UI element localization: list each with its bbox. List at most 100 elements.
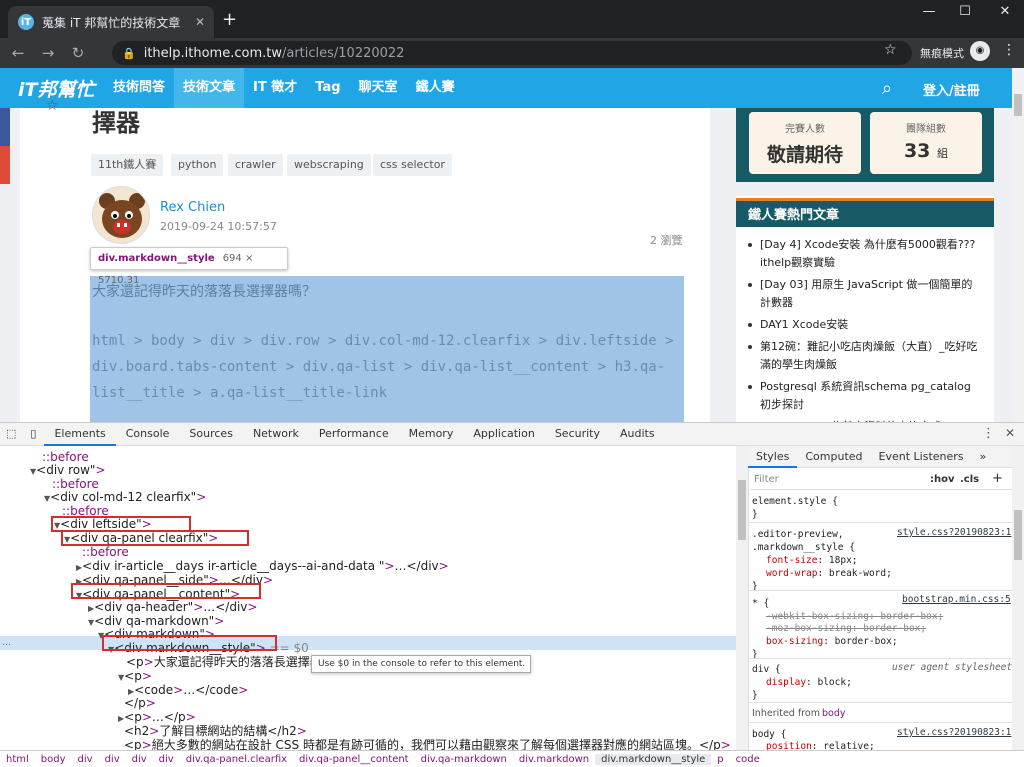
breadcrumb-item[interactable]: div bbox=[72, 754, 99, 765]
bookmark-icon[interactable]: ☆ bbox=[46, 98, 59, 114]
breadcrumb-item[interactable]: div bbox=[126, 754, 153, 765]
style-line[interactable]: -moz-box-sizing: border-box; bbox=[752, 623, 926, 635]
dom-node[interactable]: ▶<div ir-article__days ir-article__days-… bbox=[76, 560, 449, 573]
nav-ironman[interactable]: 鐵人賽 bbox=[407, 68, 464, 108]
tab-console[interactable]: Console bbox=[116, 422, 180, 446]
tab-styles[interactable]: Styles bbox=[748, 446, 798, 468]
dom-node[interactable]: ::before bbox=[82, 546, 129, 559]
maximize-icon[interactable]: ☐ bbox=[950, 4, 980, 19]
tag-chip[interactable]: python bbox=[171, 154, 224, 176]
tab-performance[interactable]: Performance bbox=[309, 422, 399, 446]
reload-icon[interactable]: ↻ bbox=[66, 44, 90, 62]
dom-node[interactable]: ▼<div row"> bbox=[30, 464, 106, 477]
share-google-strip[interactable] bbox=[0, 146, 10, 184]
tab-network[interactable]: Network bbox=[243, 422, 309, 446]
device-toolbar-icon[interactable]: ▯ bbox=[22, 422, 44, 446]
style-line[interactable]: body bbox=[822, 708, 846, 720]
close-window-icon[interactable]: ✕ bbox=[990, 4, 1020, 19]
breadcrumb-item[interactable]: div.markdown bbox=[513, 754, 595, 765]
author-avatar[interactable] bbox=[92, 186, 150, 244]
style-line[interactable]: display: block; bbox=[752, 677, 852, 689]
incognito-icon[interactable]: ◉ bbox=[970, 41, 990, 61]
tab-application[interactable]: Application bbox=[463, 422, 544, 446]
dom-node[interactable]: </p> bbox=[124, 697, 156, 710]
minimize-icon[interactable]: — bbox=[914, 4, 944, 19]
new-tab-button[interactable]: + bbox=[222, 9, 237, 30]
hot-article-link[interactable]: [Day 4] Xcode安裝 為什麼有5000觀看??? ithelp觀察實驗 bbox=[746, 236, 982, 272]
style-line[interactable]: word-wrap: break-word; bbox=[752, 568, 892, 580]
style-line[interactable]: } bbox=[752, 509, 758, 521]
style-line[interactable]: Inherited from bbox=[752, 708, 820, 720]
breadcrumb-item[interactable]: p bbox=[711, 754, 729, 765]
hot-article-link[interactable]: DAY1 Xcode安裝 bbox=[746, 316, 982, 334]
bookmark-star-icon[interactable]: ☆ bbox=[884, 42, 897, 58]
login-link[interactable]: 登入/註冊 bbox=[923, 80, 980, 99]
dom-node[interactable]: <h2>了解目標網站的結構</h2> bbox=[124, 725, 307, 738]
tab-computed[interactable]: Computed bbox=[797, 446, 870, 468]
style-line[interactable]: div { bbox=[752, 664, 781, 676]
tag-chip[interactable]: 11th鐵人賽 bbox=[91, 154, 164, 176]
breadcrumb-item[interactable]: div bbox=[99, 754, 126, 765]
more-dots-icon[interactable]: … bbox=[2, 638, 11, 648]
tag-chip[interactable]: css selector bbox=[373, 154, 452, 176]
dom-node[interactable]: ▼<p> bbox=[118, 670, 152, 683]
styles-scroll-thumb[interactable] bbox=[1014, 510, 1022, 560]
tag-chip[interactable]: webscraping bbox=[287, 154, 371, 176]
address-bar[interactable]: 🔒 ithelp.ithome.com.tw/articles/10220022 bbox=[112, 41, 912, 65]
devtools-menu-icon[interactable]: ⋮ bbox=[982, 426, 995, 441]
nav-qa[interactable]: 技術問答 bbox=[104, 68, 174, 108]
dom-node[interactable]: ▶<p>…</p> bbox=[118, 711, 196, 724]
dom-node[interactable]: ▼<div col-md-12 clearfix"> bbox=[44, 491, 206, 504]
breadcrumb-item[interactable]: div.markdown__style bbox=[595, 753, 712, 765]
dom-node[interactable]: ▶<div qa-header">…</div> bbox=[88, 601, 257, 614]
nav-articles[interactable]: 技術文章 bbox=[174, 68, 245, 108]
styles-scrollbar[interactable] bbox=[1012, 446, 1024, 750]
elements-scroll-thumb[interactable] bbox=[738, 480, 746, 540]
style-line[interactable]: } bbox=[752, 581, 758, 593]
nav-chat[interactable]: 聊天室 bbox=[350, 68, 407, 108]
style-line[interactable]: -webkit-box-sizing: border-box; bbox=[752, 611, 943, 623]
tab-audits[interactable]: Audits bbox=[610, 422, 665, 446]
hot-article-link[interactable]: [Day 03] 用原生 JavaScript 做一個簡單的計數器 bbox=[746, 276, 982, 312]
cls-toggle[interactable]: .cls bbox=[960, 474, 979, 485]
tab-sources[interactable]: Sources bbox=[179, 422, 243, 446]
breadcrumb-item[interactable]: body bbox=[35, 754, 72, 765]
style-line[interactable]: * { bbox=[752, 598, 769, 610]
tag-chip[interactable]: crawler bbox=[228, 154, 283, 176]
style-line[interactable]: box-sizing: border-box; bbox=[752, 636, 898, 648]
nav-jobs[interactable]: IT 徵才 bbox=[244, 68, 306, 108]
close-tab-icon[interactable]: ✕ bbox=[192, 15, 208, 29]
more-tabs-icon[interactable]: » bbox=[972, 446, 995, 468]
style-line[interactable]: .markdown__style { bbox=[752, 542, 855, 554]
breadcrumb-item[interactable]: div bbox=[153, 754, 180, 765]
new-rule-button[interactable]: + bbox=[992, 471, 1003, 486]
tab-security[interactable]: Security bbox=[545, 422, 610, 446]
style-line[interactable]: } bbox=[752, 690, 758, 702]
hot-article-link[interactable]: Postgresql 系統資訊schema pg_catalog 初步探討 bbox=[746, 378, 982, 414]
breadcrumb-item[interactable]: div.qa-markdown bbox=[415, 754, 513, 765]
style-line[interactable]: .editor-preview, bbox=[752, 529, 844, 541]
style-source-link[interactable]: bootstrap.min.css:5 bbox=[902, 594, 1011, 606]
tab-event-listeners[interactable]: Event Listeners bbox=[871, 446, 972, 468]
page-scrollbar[interactable] bbox=[1012, 68, 1024, 422]
inspect-element-icon[interactable]: ⬚ bbox=[0, 422, 22, 446]
breadcrumb-item[interactable]: div.qa-panel.clearfix bbox=[180, 754, 293, 765]
author-name[interactable]: Rex Chien bbox=[160, 200, 225, 215]
style-source-link[interactable]: style.css?20190823:1 bbox=[897, 527, 1011, 539]
nav-tag[interactable]: Tag bbox=[306, 68, 349, 108]
back-icon[interactable]: ← bbox=[6, 44, 30, 62]
breadcrumb-item[interactable]: code bbox=[730, 754, 766, 765]
breadcrumb-item[interactable]: div.qa-panel__content bbox=[293, 754, 415, 765]
tab-elements[interactable]: Elements bbox=[44, 422, 116, 446]
search-icon[interactable]: ⌕ bbox=[882, 78, 892, 99]
hov-toggle[interactable]: :hov bbox=[930, 474, 955, 485]
browser-tab[interactable]: iT 蒐集 iT 邦幫忙的技術文章 (2/5) - iT 邦幫忙::一起幫忙解決… bbox=[8, 6, 214, 38]
style-line[interactable]: element.style { bbox=[752, 496, 838, 508]
page-scroll-thumb[interactable] bbox=[1014, 94, 1022, 116]
forward-icon[interactable]: → bbox=[36, 44, 60, 62]
browser-menu-icon[interactable]: ⋮ bbox=[1002, 42, 1016, 58]
style-source-link[interactable]: style.css?20190823:1 bbox=[897, 727, 1011, 739]
style-line[interactable]: body { bbox=[752, 729, 786, 741]
style-line[interactable]: font-size: 18px; bbox=[752, 555, 858, 567]
site-logo[interactable]: iT邦幫忙 bbox=[18, 75, 104, 102]
